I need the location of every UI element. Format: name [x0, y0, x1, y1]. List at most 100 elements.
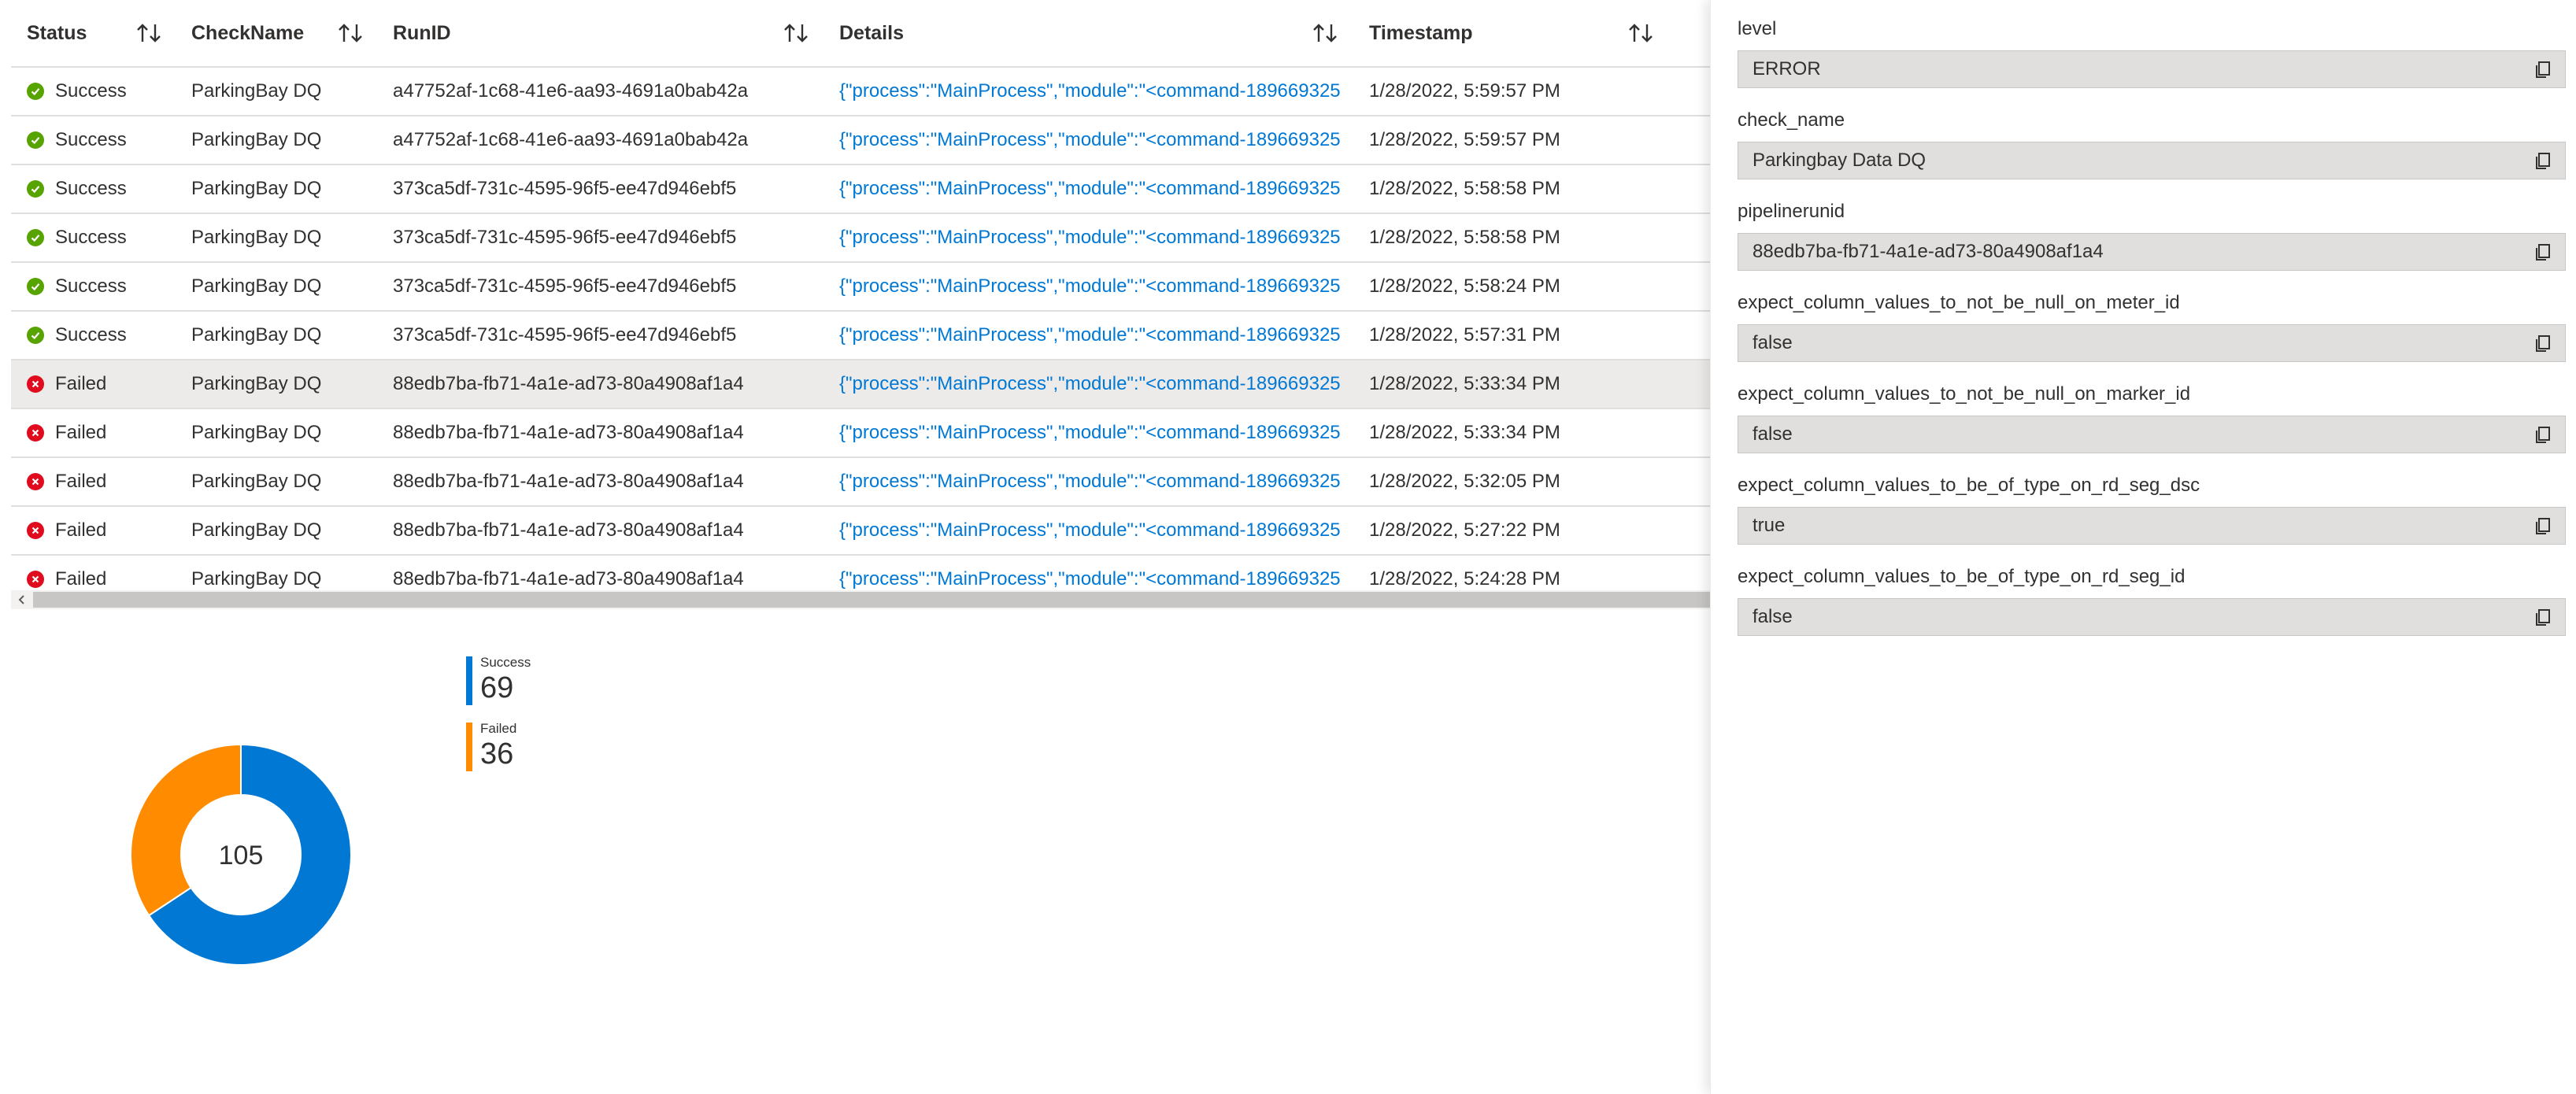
field-value: Parkingbay Data DQ	[1752, 150, 1926, 171]
details-cell[interactable]: {"process":"MainProcess","module":"<comm…	[839, 458, 1367, 505]
column-header-details[interactable]: Details	[839, 0, 904, 66]
status-cell: Success	[27, 214, 127, 261]
error-circle-icon	[27, 473, 44, 490]
column-header-ts[interactable]: Timestamp	[1369, 0, 1473, 66]
table-row[interactable]: Success ParkingBay DQ a47752af-1c68-41e6-a…	[11, 116, 1710, 165]
detail-field: expect_column_values_to_be_of_type_on_rd…	[1738, 564, 2566, 636]
details-cell[interactable]: {"process":"MainProcess","module":"<comm…	[839, 360, 1367, 408]
details-cell[interactable]: {"process":"MainProcess","module":"<comm…	[839, 409, 1367, 456]
field-value-box[interactable]: false	[1738, 324, 2566, 362]
details-cell[interactable]: {"process":"MainProcess","module":"<comm…	[839, 507, 1367, 554]
field-label: check_name	[1738, 109, 1845, 131]
details-cell[interactable]: {"process":"MainProcess","module":"<comm…	[839, 263, 1367, 310]
detail-field: pipelinerunid 88edb7ba-fb71-4a1e-ad73-80a…	[1738, 198, 2566, 271]
details-cell[interactable]: {"process":"MainProcess","module":"<comm…	[839, 214, 1367, 261]
donut-svg: 105	[130, 743, 352, 966]
legend-item-failed[interactable]: Failed 36	[466, 721, 531, 773]
status-text: Failed	[55, 519, 107, 541]
details-cell[interactable]: {"process":"MainProcess","module":"<comm…	[839, 556, 1367, 590]
sort-arrows-icon[interactable]	[336, 17, 366, 49]
sort-arrows-icon[interactable]	[1627, 17, 1656, 49]
table-row[interactable]: Success ParkingBay DQ 373ca5df-731c-4595-9…	[11, 263, 1710, 312]
sort-arrows-icon[interactable]	[135, 17, 165, 49]
results-area: Status CheckName RunID Details Timestamp Suc…	[0, 0, 1710, 1094]
runid-cell: a47752af-1c68-41e6-aa93-4691a0bab42a	[393, 129, 749, 150]
table-row[interactable]: Failed ParkingBay DQ 88edb7ba-fb71-4a1e-ad…	[11, 507, 1710, 556]
field-value-box[interactable]: false	[1738, 416, 2566, 453]
field-value: true	[1752, 515, 1786, 536]
status-cell: Failed	[27, 556, 106, 590]
field-value: false	[1752, 423, 1793, 445]
table-row[interactable]: Success ParkingBay DQ 373ca5df-731c-4595-9…	[11, 214, 1710, 263]
check-circle-icon	[27, 180, 44, 198]
runid-cell: 373ca5df-731c-4595-96f5-ee47d946ebf5	[393, 178, 737, 199]
table-row[interactable]: Failed ParkingBay DQ 88edb7ba-fb71-4a1e-ad…	[11, 409, 1710, 458]
runid-cell: 88edb7ba-fb71-4a1e-ad73-80a4908af1a4	[393, 519, 744, 541]
table-row[interactable]: Failed ParkingBay DQ 88edb7ba-fb71-4a1e-ad…	[11, 556, 1710, 590]
runid-cell: a47752af-1c68-41e6-aa93-4691a0bab42a	[393, 80, 749, 102]
chevron-left-icon[interactable]	[14, 590, 30, 609]
status-text: Failed	[55, 568, 107, 590]
copy-icon[interactable]	[2532, 150, 2554, 172]
sort-arrows-icon[interactable]	[782, 17, 812, 49]
checkname-cell: ParkingBay DQ	[191, 422, 322, 443]
details-panel: level ERROR check_name Parkingbay Data DQ pi…	[1710, 0, 2576, 1094]
timestamp-cell: 1/28/2022, 5:58:58 PM	[1369, 178, 1560, 199]
field-value-box[interactable]: Parkingbay Data DQ	[1738, 142, 2566, 179]
horizontal-scrollbar[interactable]	[11, 590, 1710, 609]
copy-icon[interactable]	[2532, 515, 2554, 537]
status-cell: Success	[27, 263, 127, 310]
legend-label: Success	[480, 655, 531, 670]
check-circle-icon	[27, 278, 44, 295]
runid-cell: 88edb7ba-fb71-4a1e-ad73-80a4908af1a4	[393, 422, 744, 443]
copy-icon[interactable]	[2532, 58, 2554, 80]
donut-slice-failed[interactable]	[130, 743, 242, 917]
copy-icon[interactable]	[2532, 423, 2554, 445]
table-row[interactable]: Success ParkingBay DQ 373ca5df-731c-4595-9…	[11, 165, 1710, 214]
copy-icon[interactable]	[2532, 606, 2554, 628]
donut-center-total: 105	[219, 841, 264, 870]
sort-arrows-icon[interactable]	[1311, 17, 1341, 49]
copy-icon[interactable]	[2532, 332, 2554, 354]
detail-field: expect_column_values_to_be_of_type_on_rd…	[1738, 472, 2566, 545]
details-cell[interactable]: {"process":"MainProcess","module":"<comm…	[839, 312, 1367, 359]
table-row[interactable]: Failed ParkingBay DQ 88edb7ba-fb71-4a1e-ad…	[11, 458, 1710, 507]
status-text: Success	[55, 324, 127, 346]
status-cell: Success	[27, 165, 127, 213]
details-cell[interactable]: {"process":"MainProcess","module":"<comm…	[839, 116, 1367, 164]
column-header-status[interactable]: Status	[27, 0, 87, 66]
status-cell: Failed	[27, 360, 106, 408]
legend-item-success[interactable]: Success 69	[466, 655, 531, 707]
timestamp-cell: 1/28/2022, 5:57:31 PM	[1369, 324, 1560, 346]
checkname-cell: ParkingBay DQ	[191, 568, 322, 590]
field-label: expect_column_values_to_not_be_null_on_m…	[1738, 292, 2180, 313]
field-label: expect_column_values_to_be_of_type_on_rd…	[1738, 566, 2186, 587]
error-circle-icon	[27, 375, 44, 393]
checkname-cell: ParkingBay DQ	[191, 178, 322, 199]
runid-cell: 88edb7ba-fb71-4a1e-ad73-80a4908af1a4	[393, 471, 744, 492]
field-value-box[interactable]: false	[1738, 598, 2566, 636]
field-value-box[interactable]: ERROR	[1738, 50, 2566, 88]
table-row[interactable]: Success ParkingBay DQ a47752af-1c68-41e6-a…	[11, 68, 1710, 116]
checkname-cell: ParkingBay DQ	[191, 129, 322, 150]
column-header-run[interactable]: RunID	[393, 0, 451, 66]
details-cell[interactable]: {"process":"MainProcess","module":"<comm…	[839, 68, 1367, 115]
copy-icon[interactable]	[2532, 241, 2554, 263]
timestamp-cell: 1/28/2022, 5:24:28 PM	[1369, 568, 1560, 590]
table-row[interactable]: Failed ParkingBay DQ 88edb7ba-fb71-4a1e-ad…	[11, 360, 1710, 409]
details-cell[interactable]: {"process":"MainProcess","module":"<comm…	[839, 165, 1367, 213]
timestamp-cell: 1/28/2022, 5:33:34 PM	[1369, 373, 1560, 394]
status-cell: Failed	[27, 458, 106, 505]
legend-color-swatch	[466, 656, 472, 705]
table-row[interactable]: Success ParkingBay DQ 373ca5df-731c-4595-9…	[11, 312, 1710, 360]
legend-color-swatch	[466, 723, 472, 771]
checkname-cell: ParkingBay DQ	[191, 324, 322, 346]
status-cell: Success	[27, 116, 127, 164]
grid-header: Status CheckName RunID Details Timestamp	[11, 0, 1710, 68]
field-value-box[interactable]: 88edb7ba-fb71-4a1e-ad73-80a4908af1a4	[1738, 233, 2566, 271]
field-value-box[interactable]: true	[1738, 507, 2566, 545]
column-header-check[interactable]: CheckName	[191, 0, 304, 66]
status-text: Failed	[55, 373, 107, 394]
checkname-cell: ParkingBay DQ	[191, 275, 322, 297]
scrollbar-thumb[interactable]	[33, 592, 1710, 608]
